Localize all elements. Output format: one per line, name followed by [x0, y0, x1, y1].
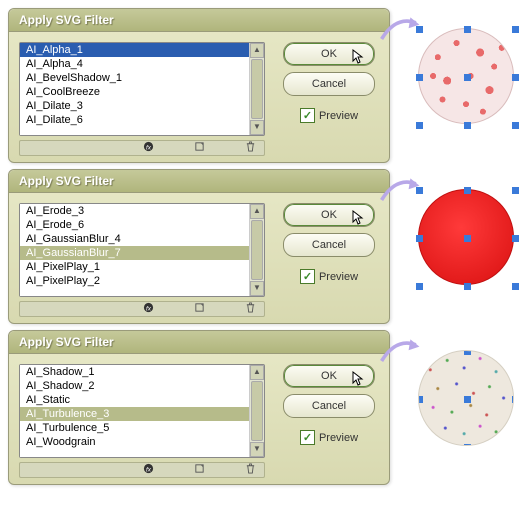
list-toolbar: fx [19, 140, 265, 156]
preview-label: Preview [319, 110, 358, 122]
filter-preview [418, 28, 514, 124]
filter-list-item[interactable]: AI_PixelPlay_2 [20, 274, 249, 288]
ok-button[interactable]: OK [283, 364, 375, 388]
svg-text:fx: fx [146, 466, 152, 473]
cancel-button[interactable]: Cancel [283, 394, 375, 418]
filter-list-item[interactable]: AI_Turbulence_5 [20, 421, 249, 435]
preview-checkbox-row[interactable]: ✓ Preview [300, 108, 358, 123]
svg-text:fx: fx [146, 144, 152, 151]
scroll-thumb[interactable] [251, 381, 263, 441]
new-icon[interactable] [194, 463, 205, 477]
svg-text:fx: fx [146, 305, 152, 312]
preview-checkbox[interactable]: ✓ [300, 269, 315, 284]
cancel-button-label: Cancel [312, 239, 346, 251]
ok-button-label: OK [321, 370, 337, 382]
ok-button-label: OK [321, 209, 337, 221]
apply-svg-filter-dialog: Apply SVG Filter AI_Shadow_1AI_Shadow_2A… [8, 330, 390, 485]
trash-icon[interactable] [245, 302, 256, 316]
filter-listbox[interactable]: AI_Shadow_1AI_Shadow_2AI_StaticAI_Turbul… [20, 365, 250, 457]
scroll-down-button[interactable]: ▼ [250, 120, 264, 135]
filter-listbox[interactable]: AI_Erode_3AI_Erode_6AI_GaussianBlur_4AI_… [20, 204, 250, 296]
new-icon[interactable] [194, 141, 205, 155]
ok-button[interactable]: OK [283, 42, 375, 66]
list-toolbar: fx [19, 462, 265, 478]
cursor-icon [352, 210, 368, 229]
preview-label: Preview [319, 432, 358, 444]
filter-list-item[interactable]: AI_Turbulence_3 [20, 407, 249, 421]
ok-button[interactable]: OK [283, 203, 375, 227]
scroll-up-button[interactable]: ▲ [250, 43, 264, 58]
scroll-down-button[interactable]: ▼ [250, 281, 264, 296]
apply-svg-filter-dialog: Apply SVG Filter AI_Erode_3AI_Erode_6AI_… [8, 169, 390, 324]
filter-listbox[interactable]: AI_Alpha_1AI_Alpha_4AI_BevelShadow_1AI_C… [20, 43, 250, 135]
filter-list-item[interactable]: AI_Dilate_3 [20, 99, 249, 113]
preview-checkbox[interactable]: ✓ [300, 430, 315, 445]
cancel-button[interactable]: Cancel [283, 233, 375, 257]
preview-checkbox-row[interactable]: ✓ Preview [300, 269, 358, 284]
ok-button-label: OK [321, 48, 337, 60]
preview-checkbox[interactable]: ✓ [300, 108, 315, 123]
fx-icon[interactable]: fx [143, 141, 154, 155]
filter-list-item[interactable]: AI_Shadow_1 [20, 365, 249, 379]
filter-list-item[interactable]: AI_BevelShadow_1 [20, 71, 249, 85]
scroll-up-button[interactable]: ▲ [250, 204, 264, 219]
filter-list-item[interactable]: AI_Dilate_6 [20, 113, 249, 127]
cancel-button-label: Cancel [312, 400, 346, 412]
filter-preview [418, 189, 514, 285]
cursor-icon [352, 49, 368, 68]
filter-list-item[interactable]: AI_Alpha_4 [20, 57, 249, 71]
filter-list-item[interactable]: AI_PixelPlay_1 [20, 260, 249, 274]
dialog-title: Apply SVG Filter [9, 170, 389, 193]
apply-svg-filter-dialog: Apply SVG Filter AI_Alpha_1AI_Alpha_4AI_… [8, 8, 390, 163]
scrollbar[interactable]: ▲ ▼ [250, 365, 264, 457]
preview-label: Preview [319, 271, 358, 283]
cursor-icon [352, 371, 368, 390]
list-toolbar: fx [19, 301, 265, 317]
scroll-thumb[interactable] [251, 220, 263, 280]
scroll-up-button[interactable]: ▲ [250, 365, 264, 380]
scrollbar[interactable]: ▲ ▼ [250, 204, 264, 296]
filter-list-item[interactable]: AI_Alpha_1 [20, 43, 249, 57]
filter-list-item[interactable]: AI_Erode_3 [20, 204, 249, 218]
cancel-button-label: Cancel [312, 78, 346, 90]
scrollbar[interactable]: ▲ ▼ [250, 43, 264, 135]
filter-preview [418, 350, 514, 446]
scroll-thumb[interactable] [251, 59, 263, 119]
trash-icon[interactable] [245, 141, 256, 155]
trash-icon[interactable] [245, 463, 256, 477]
filter-list-item[interactable]: AI_CoolBreeze [20, 85, 249, 99]
cancel-button[interactable]: Cancel [283, 72, 375, 96]
fx-icon[interactable]: fx [143, 463, 154, 477]
new-icon[interactable] [194, 302, 205, 316]
filter-list-item[interactable]: AI_Static [20, 393, 249, 407]
filter-list-item[interactable]: AI_Shadow_2 [20, 379, 249, 393]
dialog-title: Apply SVG Filter [9, 331, 389, 354]
filter-list-item[interactable]: AI_Woodgrain [20, 435, 249, 449]
filter-list-item[interactable]: AI_Erode_6 [20, 218, 249, 232]
filter-list-item[interactable]: AI_GaussianBlur_7 [20, 246, 249, 260]
preview-checkbox-row[interactable]: ✓ Preview [300, 430, 358, 445]
fx-icon[interactable]: fx [143, 302, 154, 316]
filter-list-item[interactable]: AI_GaussianBlur_4 [20, 232, 249, 246]
scroll-down-button[interactable]: ▼ [250, 442, 264, 457]
dialog-title: Apply SVG Filter [9, 9, 389, 32]
